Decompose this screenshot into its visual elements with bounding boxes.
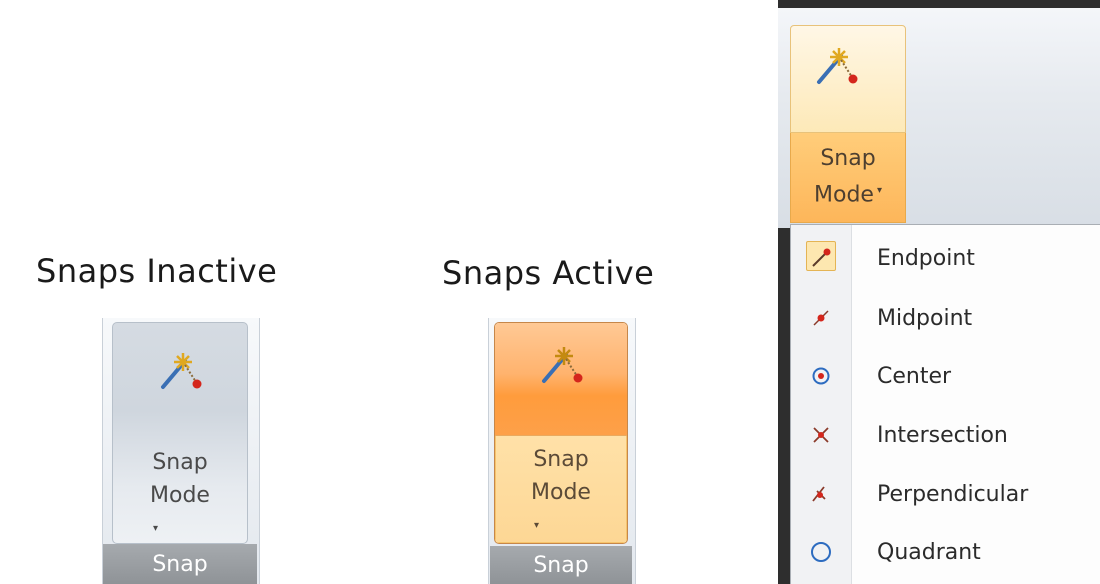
perpendicular-icon <box>812 486 826 502</box>
menu-item-label: Endpoint <box>877 245 975 271</box>
snap-mode-button-active[interactable]: Snap Mode ▾ <box>494 322 628 544</box>
menu-item-label: Quadrant <box>877 539 981 565</box>
menu-item-intersection[interactable]: Intersection <box>791 406 1100 464</box>
intersection-icon <box>813 427 829 443</box>
caption-snaps-inactive: Snaps Inactive <box>36 252 278 290</box>
midpoint-icon <box>813 310 829 326</box>
menu-item-label: Center <box>877 363 952 389</box>
caption-snaps-active: Snaps Active <box>442 254 655 292</box>
menu-item-perpendicular[interactable]: Perpendicular <box>791 465 1100 523</box>
dropdown-caret-icon: ▾ <box>876 185 882 197</box>
snap-mode-label-line2: Mode <box>814 182 874 208</box>
endpoint-icon <box>812 248 831 267</box>
snap-mode-label-line1: Snap <box>533 447 589 472</box>
dropdown-caret-icon: ▾ <box>153 523 159 534</box>
snap-mode-button-open[interactable] <box>790 25 906 133</box>
snap-mode-label-line2: Mode <box>531 480 591 505</box>
snap-wand-icon <box>817 48 858 84</box>
group-label-snap-inactive: Snap <box>103 544 257 584</box>
snap-mode-dropdown-toggle[interactable]: Snap Mode ▾ <box>790 133 906 223</box>
snap-mode-label-line1: Snap <box>152 450 208 475</box>
center-icon <box>812 367 830 385</box>
menu-item-quadrant[interactable]: Quadrant <box>791 523 1100 581</box>
menu-item-center[interactable]: Center <box>791 347 1100 405</box>
snap-mode-menu: Endpoint Midpoint Center Intersection Pe… <box>790 224 1100 584</box>
dropdown-caret-icon: ▾ <box>534 520 540 531</box>
menu-item-label: Intersection <box>877 422 1008 448</box>
snap-wand-icon <box>161 353 202 389</box>
menu-item-label: Midpoint <box>877 305 973 331</box>
snap-mode-label-line1: Snap <box>820 146 876 172</box>
snap-mode-button-inactive[interactable]: Snap Mode ▾ <box>112 322 248 544</box>
quadrant-icon <box>811 542 831 562</box>
group-label-snap-active: Snap <box>490 546 632 584</box>
snap-wand-icon <box>542 347 583 383</box>
menu-item-endpoint[interactable]: Endpoint <box>791 229 1100 287</box>
snap-mode-label-line2: Mode <box>150 483 210 508</box>
menu-item-midpoint[interactable]: Midpoint <box>791 289 1100 347</box>
menu-item-label: Perpendicular <box>877 481 1029 507</box>
